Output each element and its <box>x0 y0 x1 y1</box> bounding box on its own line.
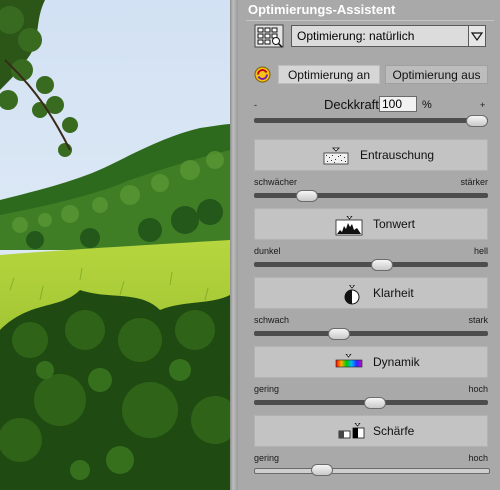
section-label: Dynamik <box>373 355 420 369</box>
chevron-down-icon[interactable] <box>468 26 485 46</box>
sharpness-icon <box>338 423 365 439</box>
photo-preview <box>0 0 230 490</box>
panel-title: Optimierungs-Assistent <box>248 2 396 17</box>
histogram-icon <box>335 216 363 236</box>
slider-low-label: dunkel <box>254 246 281 256</box>
preset-grid-icon[interactable] <box>254 24 284 48</box>
slider-high-label: hoch <box>468 384 488 394</box>
optimization-on-button[interactable]: Optimierung an <box>278 65 380 84</box>
slider-high-label: hoch <box>468 453 488 463</box>
dynamik-slider-thumb[interactable] <box>364 397 387 409</box>
opacity-plus-label: + <box>480 100 486 110</box>
entrauschung-slider-track[interactable] <box>254 193 488 198</box>
section-tonwert-button[interactable]: Tonwert <box>254 208 488 240</box>
landscape-image <box>0 0 230 490</box>
optimize-icon[interactable] <box>254 66 271 83</box>
slider-low-label: gering <box>254 384 280 394</box>
section-schaerfe-button[interactable]: Schärfe <box>254 415 488 447</box>
entrauschung-slider-thumb[interactable] <box>296 190 319 202</box>
opacity-slider-track[interactable] <box>254 118 488 123</box>
section-dynamik-button[interactable]: Dynamik <box>254 346 488 378</box>
section-label: Entrauschung <box>360 148 435 162</box>
slider-high-label: stark <box>468 315 488 325</box>
tonwert-slider-thumb[interactable] <box>370 259 393 271</box>
color-spectrum-icon <box>335 354 363 368</box>
section-label: Schärfe <box>373 424 415 438</box>
splitter[interactable] <box>230 0 238 490</box>
preset-value: Optimierung: natürlich <box>297 29 415 43</box>
slider-low-label: schwächer <box>254 177 298 187</box>
opacity-label: Deckkraft <box>324 97 379 112</box>
slider-low-label: schwach <box>254 315 290 325</box>
schaerfe-slider-track[interactable] <box>254 468 490 474</box>
opacity-input[interactable]: 100 <box>379 96 417 112</box>
preset-dropdown[interactable]: Optimierung: natürlich <box>291 25 486 47</box>
opacity-minus-label: - <box>254 100 257 110</box>
opacity-unit: % <box>422 99 432 111</box>
section-label: Tonwert <box>373 217 416 231</box>
title-divider <box>246 20 494 21</box>
contrast-icon <box>344 285 360 305</box>
klarheit-slider-track[interactable] <box>254 331 488 336</box>
optimization-off-button[interactable]: Optimierung aus <box>385 65 488 84</box>
opacity-slider-thumb[interactable] <box>466 115 488 127</box>
section-entrauschung-button[interactable]: Entrauschung <box>254 139 488 171</box>
section-label: Klarheit <box>373 286 414 300</box>
slider-low-label: gering <box>254 453 280 463</box>
optimization-panel: Optimierungs-Assistent Optimierung: natü… <box>238 0 500 490</box>
section-klarheit-button[interactable]: Klarheit <box>254 277 488 309</box>
schaerfe-slider-thumb[interactable] <box>311 464 334 476</box>
klarheit-slider-thumb[interactable] <box>328 328 351 340</box>
slider-high-label: hell <box>473 246 488 256</box>
noise-icon <box>323 147 349 165</box>
slider-high-label: stärker <box>460 177 488 187</box>
